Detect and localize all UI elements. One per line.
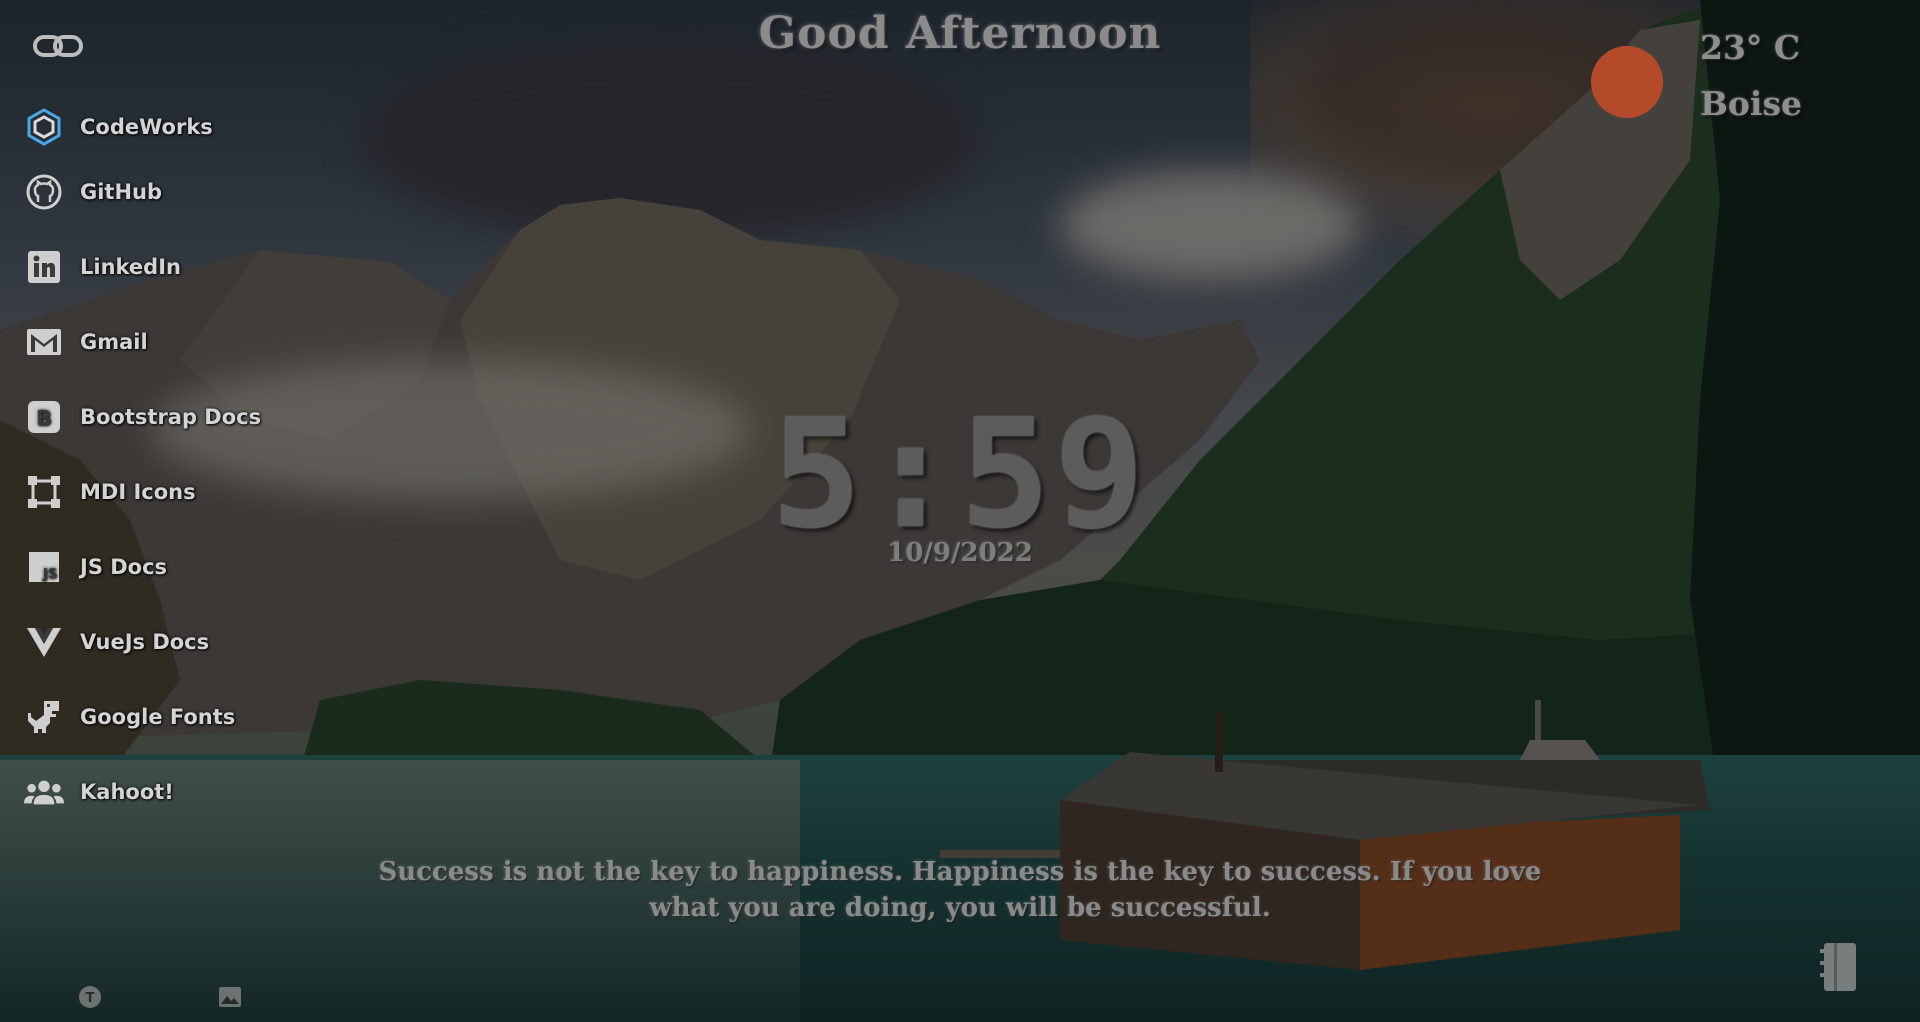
link-codeworks[interactable]: CodeWorks — [24, 107, 213, 147]
weather-city: Boise — [1700, 84, 1803, 123]
notebook-icon — [1820, 943, 1856, 991]
font-icon: T — [79, 986, 101, 1008]
link-label: Google Fonts — [80, 705, 236, 729]
temperature-display[interactable]: 23° C — [1700, 28, 1800, 67]
link-linkedin[interactable]: LinkedIn — [24, 247, 181, 287]
svg-text:JS: JS — [42, 567, 57, 582]
clock-time[interactable]: 5:59 — [0, 400, 1920, 550]
font-toggle-button[interactable]: T — [76, 983, 104, 1011]
github-icon — [24, 172, 64, 212]
gmail-icon — [24, 322, 64, 362]
link-label: CodeWorks — [80, 115, 213, 139]
codeworks-icon — [24, 107, 64, 147]
link-kahoot[interactable]: Kahoot! — [24, 772, 174, 812]
link-label: GitHub — [80, 180, 163, 204]
svg-text:T: T — [86, 991, 95, 1006]
background-toggle-button[interactable] — [216, 983, 244, 1011]
link-label: VueJs Docs — [80, 630, 210, 654]
account-group-icon — [24, 772, 64, 812]
clock-date: 10/9/2022 — [887, 538, 1033, 568]
link-label: LinkedIn — [80, 255, 181, 279]
link-label: Kahoot! — [80, 780, 174, 804]
vue-icon — [24, 622, 64, 662]
sun-icon[interactable] — [1591, 46, 1663, 118]
linkedin-icon — [24, 247, 64, 287]
link-github[interactable]: GitHub — [24, 172, 162, 212]
link-label: Gmail — [80, 330, 148, 354]
quote-text: Success is not the key to happiness. Hap… — [378, 857, 1542, 923]
link-vuejs-docs[interactable]: VueJs Docs — [24, 622, 209, 662]
link-gmail[interactable]: Gmail — [24, 322, 148, 362]
link-google-fonts[interactable]: Google Fonts — [24, 697, 235, 737]
dashboard-screen: CodeWorks GitHub LinkedIn Gmail B Bootst… — [0, 0, 1920, 1022]
notes-button[interactable] — [1818, 940, 1862, 994]
dinosaur-icon — [24, 697, 64, 737]
image-icon — [219, 987, 241, 1007]
